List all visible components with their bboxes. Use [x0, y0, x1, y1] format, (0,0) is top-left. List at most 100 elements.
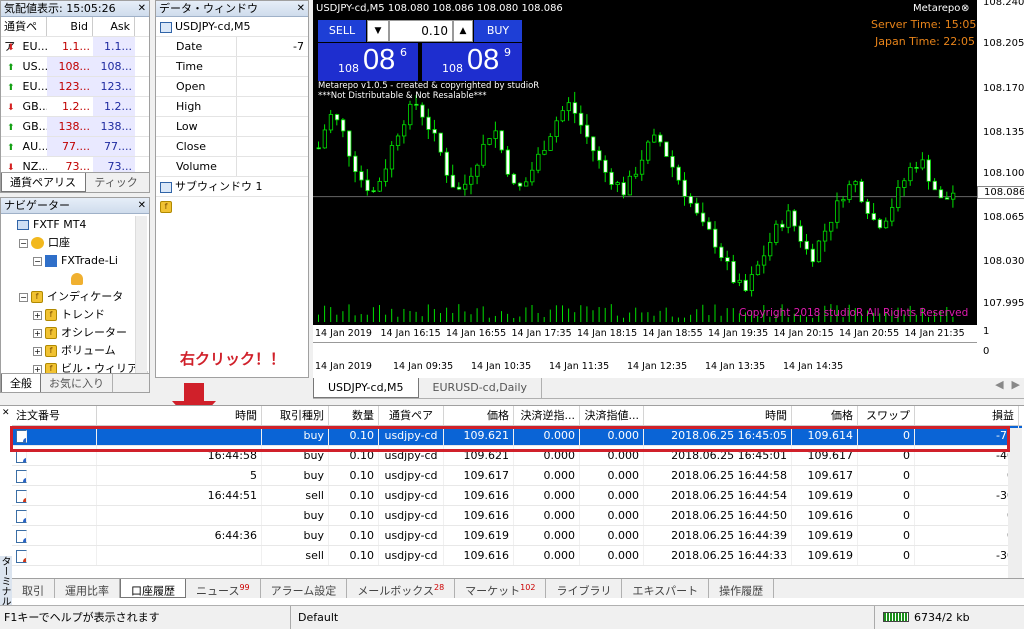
column-header[interactable]: スワップ — [858, 406, 915, 425]
candle-body — [920, 159, 925, 169]
column-header[interactable]: 時間 — [644, 406, 792, 425]
history-row[interactable]: 16:44:51 sell 0.10 usdjpy-cd 109.616 0.000 0.0… — [12, 486, 1022, 506]
navigator-item[interactable]: − FXTrade-Li — [1, 252, 149, 270]
terminal-tab[interactable]: 運用比率 — [55, 579, 120, 598]
column-header[interactable]: 時間 — [97, 406, 262, 425]
candle-body — [658, 134, 663, 143]
buy-button[interactable]: BUY — [474, 20, 522, 42]
buy-price-box[interactable]: 108 08 9 — [422, 43, 522, 81]
status-traffic: 6734/2 kb — [914, 611, 970, 624]
cell-profit: 0 — [915, 506, 1019, 525]
terminal-tab[interactable]: アラーム設定 — [261, 579, 348, 598]
market-watch-header: 通貨ペア Bid Ask — [1, 17, 149, 53]
candle-body — [591, 136, 596, 152]
candle-body — [682, 179, 687, 197]
cell-cprice: 109.619 — [792, 546, 858, 565]
time-label: 14 Jan 16:15 — [380, 328, 441, 339]
terminal-tab[interactable]: ニュース99 — [186, 579, 261, 598]
lot-up-arrow[interactable]: ▲ — [453, 20, 473, 42]
collapse-icon[interactable]: − — [19, 238, 28, 248]
expand-icon[interactable]: + — [33, 328, 42, 338]
market-watch-row[interactable]: ⬆ AU... 77.... 77.... — [1, 137, 149, 157]
column-header-bid[interactable]: Bid — [47, 17, 93, 36]
column-header[interactable]: 決済逆指... — [514, 406, 580, 425]
price-chart[interactable]: USDJPY-cd,M5 108.080 108.086 108.080 108… — [313, 0, 1024, 378]
terminal-tab[interactable]: 取引 — [12, 579, 55, 598]
history-row[interactable]: 5 buy 0.10 usdjpy-cd 109.617 0.000 0.000 2018.0… — [12, 466, 1022, 486]
data-label: Low — [176, 120, 198, 133]
candle-body — [713, 228, 718, 248]
candle-body — [719, 246, 724, 259]
column-header[interactable]: 決済指値... — [580, 406, 644, 425]
close-icon[interactable]: ✕ — [297, 1, 305, 16]
close-icon[interactable]: ⊗ — [961, 3, 969, 14]
terminal-tab[interactable]: メールボックス28 — [347, 579, 456, 598]
column-header-symbol[interactable]: 通貨ペア — [1, 17, 47, 53]
navigator-item[interactable]: − f インディケータ — [1, 288, 149, 306]
terminal-tab[interactable]: エキスパート — [622, 579, 710, 598]
column-header[interactable]: 注文番号 — [12, 406, 97, 425]
column-header-ask[interactable]: Ask — [93, 17, 135, 36]
current-price-label: 108.086 — [977, 186, 1024, 199]
history-row[interactable]: sell 0.10 usdjpy-cd 109.616 0.000 0.000 2018.0… — [12, 546, 1022, 566]
scroll-left-icon[interactable]: ◀ — [991, 378, 1007, 398]
column-header[interactable]: 数量 — [329, 406, 379, 425]
indicator-icon: f — [45, 345, 57, 357]
navigator-item[interactable]: − 口座 — [1, 234, 149, 252]
symbol-cell: ⬆ EU... — [1, 77, 48, 96]
navigator-item[interactable]: FXTF MT4 — [1, 216, 149, 234]
chart-canvas[interactable] — [313, 0, 1024, 378]
navigator-item-label: トレンド — [61, 308, 105, 321]
sell-price-box[interactable]: 108 08 6 — [318, 43, 418, 81]
market-watch-row[interactable]: ⬆ GB... 138... 138... — [1, 117, 149, 137]
scroll-right-icon[interactable]: ▶ — [1008, 378, 1024, 398]
tab-chart-eurusd[interactable]: EURUSD-cd,Daily — [419, 378, 543, 398]
terminal-tab[interactable]: ライブラリ — [546, 579, 623, 598]
collapse-icon[interactable]: − — [19, 292, 28, 302]
history-row[interactable]: 6:44:36 buy 0.10 usdjpy-cd 109.619 0.000 0.000… — [12, 526, 1022, 546]
tab-favorites[interactable]: お気に入り — [41, 374, 113, 392]
collapse-icon[interactable] — [5, 221, 14, 230]
lot-input[interactable]: 0.10 — [389, 20, 453, 42]
navigator-item[interactable] — [1, 270, 149, 288]
column-header[interactable]: 価格 — [444, 406, 514, 425]
terminal-tab[interactable]: マーケット102 — [455, 579, 547, 598]
expand-icon[interactable]: + — [33, 310, 42, 320]
tab-tick-chart[interactable]: ティックチ — [86, 173, 149, 192]
navigator-item[interactable]: + f オシレーター — [1, 324, 149, 342]
terminal-close-icon[interactable]: ✕ — [2, 408, 10, 418]
column-header[interactable]: 価格 — [792, 406, 858, 425]
market-watch-row[interactable]: ⬇ GB... 1.2... 1.2... — [1, 97, 149, 117]
candle-body — [395, 135, 401, 146]
history-scrollbar[interactable] — [1008, 428, 1022, 580]
column-header[interactable]: 取引種別 — [262, 406, 329, 425]
terminal-tab[interactable]: 操作履歴 — [709, 579, 775, 598]
navigator-item[interactable]: + f ボリューム — [1, 342, 149, 360]
navigator-scrollbar[interactable] — [135, 216, 147, 374]
candle-body — [554, 120, 559, 137]
close-icon[interactable]: ✕ — [138, 1, 146, 16]
lot-dropdown-arrow[interactable]: ▼ — [367, 20, 389, 42]
history-row[interactable]: buy 0.10 usdjpy-cd 109.616 0.000 0.000 2018.06… — [12, 506, 1022, 526]
time-label: 14 Jan 10:35 — [471, 361, 532, 372]
tab-symbols[interactable]: 通貨ペアリスト — [1, 173, 87, 192]
sell-button[interactable]: SELL — [318, 20, 366, 42]
data-value — [236, 137, 308, 156]
tab-general[interactable]: 全般 — [1, 374, 41, 392]
terminal-tab[interactable]: 口座履歴 — [120, 579, 186, 598]
column-header[interactable]: 通貨ペア — [379, 406, 444, 425]
navigator-item[interactable]: + f トレンド — [1, 306, 149, 324]
market-watch-row[interactable]: ⬆ US... 108... 108... — [1, 57, 149, 77]
market-watch-row[interactable]: ⬆ EU... 123... 123... — [1, 77, 149, 97]
expand-icon[interactable]: + — [33, 346, 42, 356]
market-watch-row[interactable]: ⬇ EU... 1.1... 1.1... — [1, 37, 149, 57]
close-icon[interactable]: ✕ — [138, 198, 146, 213]
cell-time: 5 — [97, 466, 262, 485]
candle-body — [322, 129, 328, 149]
collapse-icon[interactable]: − — [33, 256, 42, 266]
sell-price-sup: 6 — [400, 46, 407, 59]
column-header[interactable]: 損益 — [915, 406, 1019, 425]
price-scale[interactable]: 108.240 108.205 108.170 108.135 108.100 … — [977, 0, 1024, 378]
candle-body — [786, 210, 791, 228]
tab-chart-usdjpy[interactable]: USDJPY-cd,M5 — [313, 378, 419, 398]
